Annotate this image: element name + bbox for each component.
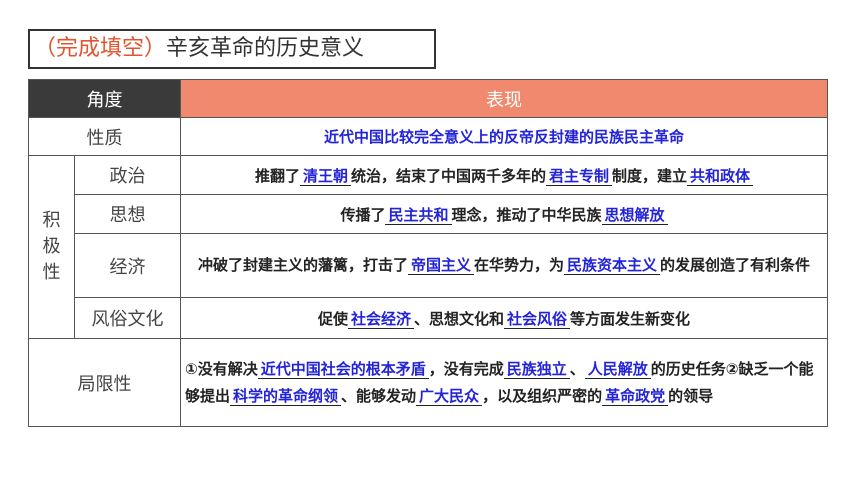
label-nature: 性质	[28, 117, 181, 156]
blank-answer: 近代中国社会的根本矛盾	[257, 359, 429, 379]
value-thought: 传播了 民主共和 理念，推动了中华民族 思想解放	[180, 194, 828, 234]
table-header-row: 角度 表现	[28, 79, 828, 118]
header-performance: 表现	[180, 79, 828, 118]
page-title: （完成填空）辛亥革命的历史意义	[28, 29, 436, 69]
blank-answer: 帝国主义	[407, 256, 474, 275]
value-nature: 近代中国比较完全意义上的反帝反封建的民族民主革命	[180, 117, 828, 156]
table-row-thought: 思想 传播了 民主共和 理念，推动了中华民族 思想解放	[29, 194, 828, 234]
label-customs: 风俗文化	[74, 297, 181, 339]
blank-answer: 思想解放	[601, 205, 668, 225]
label-politics: 政治	[74, 155, 181, 195]
blank-answer: 清王朝	[299, 166, 351, 186]
table-row-limitation: 局限性 ①没有解决 近代中国社会的根本矛盾 ，没有完成 民族独立、人民解放 的历史任务②…	[28, 338, 828, 427]
blank-answer: 科学的革命纲领	[230, 386, 342, 406]
blank-answer: 人民解放	[584, 359, 651, 379]
value-economy: 冲破了封建主义的藩篱，打击了 帝国主义 在华势力，为 民族资本主义 的发展创造了有利条件	[180, 233, 828, 298]
blank-answer: 民族独立	[503, 359, 570, 379]
title-fill-prompt: （完成填空）	[34, 36, 167, 61]
value-customs: 促使 社会经济 、思想文化和 社会风俗 等方面发生新变化	[180, 297, 828, 339]
blank-answer: 社会风俗	[504, 309, 571, 329]
label-positive: 积 极 性	[28, 155, 75, 339]
value-politics: 推翻了 清王朝 统治，结束了中国两千多年的 君主专制 制度，建立 共和政体	[180, 155, 828, 195]
significance-table: 角度 表现 性质 近代中国比较完全意义上的反帝反封建的民族民主革命 积 极 性 …	[28, 79, 828, 427]
blank-answer: 君主专制	[546, 166, 613, 186]
table-row-nature: 性质 近代中国比较完全意义上的反帝反封建的民族民主革命	[28, 117, 828, 156]
table-row-economy: 经济 冲破了封建主义的藩篱，打击了 帝国主义 在华势力，为 民族资本主义 的发展创造了有…	[29, 233, 828, 298]
header-angle: 角度	[28, 79, 181, 118]
label-limitation: 局限性	[28, 338, 181, 427]
blank-answer: 广大民众	[416, 386, 483, 406]
label-thought: 思想	[74, 194, 181, 234]
table-row-customs: 风俗文化 促使 社会经济 、思想文化和 社会风俗 等方面发生新变化	[29, 297, 828, 339]
blank-answer: 社会经济	[347, 309, 414, 329]
label-economy: 经济	[74, 233, 181, 298]
blank-answer: 共和政体	[687, 166, 754, 186]
table-row-politics: 积 极 性 政治 推翻了 清王朝 统治，结束了中国两千多年的 君主专制 制度，建立 共和政…	[28, 155, 828, 339]
title-main: 辛亥革命的历史意义	[166, 36, 365, 61]
value-limitation: ①没有解决 近代中国社会的根本矛盾 ，没有完成 民族独立、人民解放 的历史任务②缺乏一个…	[180, 338, 828, 427]
blank-answer: 民主共和	[385, 205, 452, 225]
blank-answer: 革命政党	[602, 386, 669, 406]
blank-answer: 民族资本主义	[564, 256, 661, 275]
